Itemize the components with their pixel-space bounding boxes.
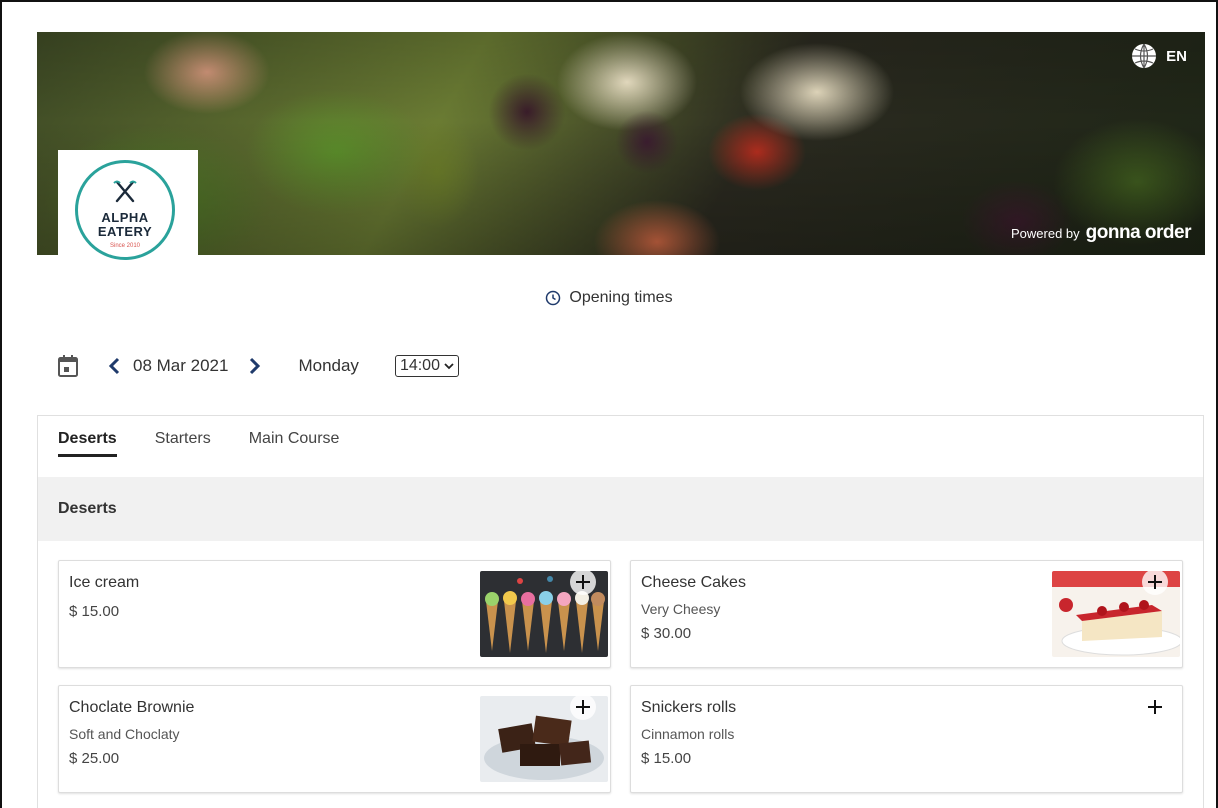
add-item-button[interactable] bbox=[1142, 694, 1168, 720]
opening-times-link[interactable]: Opening times bbox=[545, 289, 673, 307]
menu-item-card[interactable]: Choclate Brownie Soft and Choclaty $ 25.… bbox=[58, 685, 611, 793]
logo-line-2: EATERY bbox=[97, 224, 153, 239]
logo-line-1: ALPHA bbox=[101, 210, 149, 225]
time-select[interactable]: 14:00 bbox=[394, 355, 459, 377]
powered-by-label: Powered by bbox=[1011, 226, 1080, 241]
menu-item-card[interactable]: Ice cream $ 15.00 bbox=[58, 560, 611, 668]
add-item-button[interactable] bbox=[1142, 569, 1168, 595]
add-item-button[interactable] bbox=[570, 694, 596, 720]
tab-deserts[interactable]: Deserts bbox=[58, 430, 117, 457]
item-name: Cheese Cakes bbox=[641, 574, 746, 591]
menu-item-card[interactable]: Cheese Cakes Very Cheesy $ 30.00 bbox=[630, 560, 1183, 668]
powered-brand-logo: gonna order bbox=[1085, 222, 1192, 243]
date-navigation: 08 Mar 2021 Monday 14:00 bbox=[57, 352, 459, 380]
item-price: $ 25.00 bbox=[69, 750, 120, 767]
chevron-left-icon[interactable] bbox=[107, 357, 121, 375]
logo-circle: ALPHA EATERY Since 2010 bbox=[75, 160, 175, 260]
menu-item-card[interactable]: Snickers rolls Cinnamon rolls $ 15.00 bbox=[630, 685, 1183, 793]
item-name: Choclate Brownie bbox=[69, 699, 195, 716]
clock-icon bbox=[546, 290, 561, 306]
item-price: $ 15.00 bbox=[69, 603, 120, 620]
item-name: Ice cream bbox=[69, 574, 140, 591]
weekday: Monday bbox=[298, 356, 359, 375]
opening-times: Opening times bbox=[0, 289, 1218, 311]
chevron-right-icon[interactable] bbox=[248, 357, 262, 375]
calendar-icon[interactable] bbox=[57, 354, 79, 378]
globe-icon bbox=[1132, 43, 1157, 69]
fork-knife-icon bbox=[113, 180, 137, 203]
add-item-button[interactable] bbox=[570, 569, 596, 595]
current-date: 08 Mar 2021 bbox=[133, 356, 229, 375]
hero-banner: EN Powered by gonna order bbox=[37, 32, 1205, 255]
item-name: Snickers rolls bbox=[641, 699, 737, 716]
logo-since: Since 2010 bbox=[109, 243, 141, 249]
tab-main-course[interactable]: Main Course bbox=[249, 430, 340, 457]
item-description: Soft and Choclaty bbox=[69, 726, 180, 742]
item-price: $ 30.00 bbox=[641, 625, 692, 642]
item-description: Cinnamon rolls bbox=[641, 726, 735, 742]
section-title: Deserts bbox=[38, 477, 1203, 541]
tab-starters[interactable]: Starters bbox=[155, 430, 211, 457]
restaurant-logo: ALPHA EATERY Since 2010 bbox=[58, 150, 198, 279]
plus-icon bbox=[576, 575, 590, 589]
powered-by[interactable]: Powered by gonna order bbox=[1011, 222, 1192, 243]
menu-panel: Deserts Starters Main Course Deserts Ice… bbox=[37, 415, 1204, 808]
time-value: 14:00 bbox=[399, 357, 440, 374]
opening-times-label: Opening times bbox=[569, 289, 673, 306]
language-label: EN bbox=[1166, 47, 1187, 65]
plus-icon bbox=[1148, 575, 1162, 589]
language-selector[interactable]: EN bbox=[1130, 42, 1187, 70]
plus-icon bbox=[576, 700, 590, 714]
plus-icon bbox=[1148, 700, 1162, 714]
banner-shade bbox=[37, 32, 1205, 255]
item-description: Very Cheesy bbox=[641, 601, 721, 617]
category-tabs: Deserts Starters Main Course bbox=[58, 430, 377, 457]
chevron-down-icon bbox=[444, 363, 454, 370]
item-price: $ 15.00 bbox=[641, 750, 692, 767]
logo-name: ALPHA EATERY bbox=[78, 211, 172, 239]
